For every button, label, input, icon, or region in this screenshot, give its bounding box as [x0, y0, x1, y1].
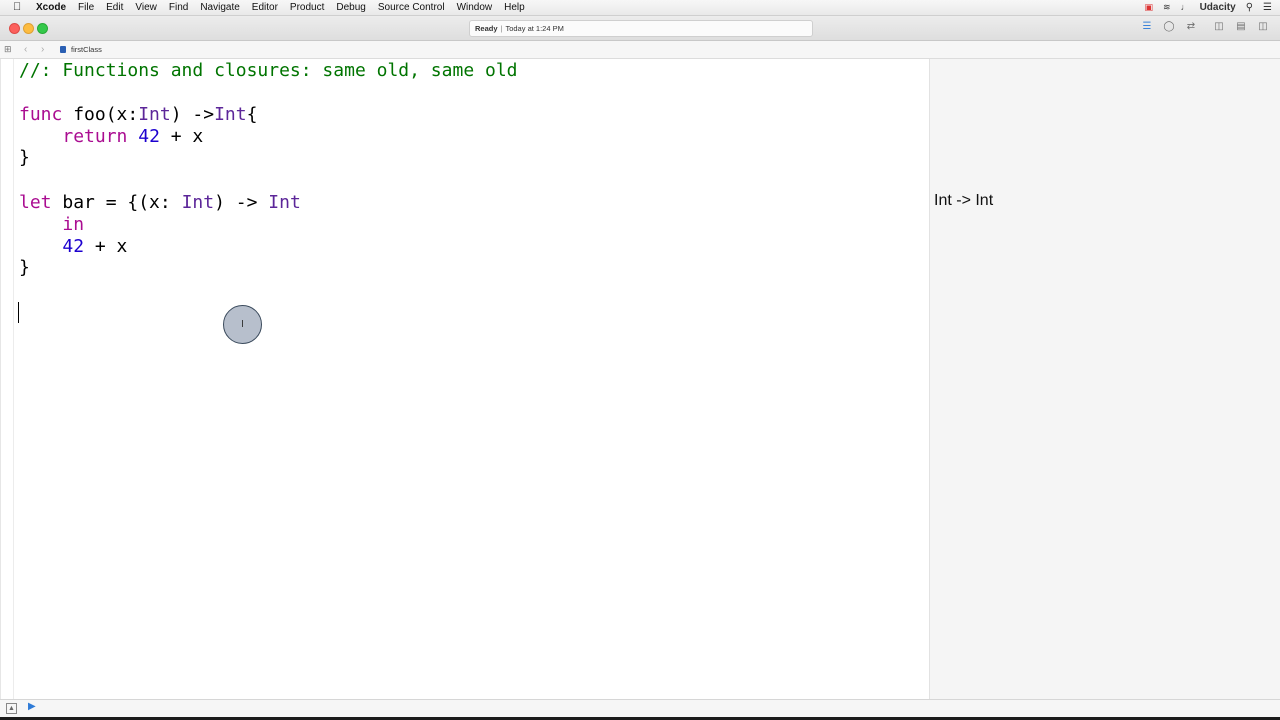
volume-icon[interactable]: ♩: [1181, 0, 1190, 15]
apple-logo-icon[interactable]: : [13, 0, 21, 15]
navigator-toggle-icon[interactable]: ◫: [1212, 21, 1226, 33]
back-arrow-icon[interactable]: ‹: [24, 41, 27, 58]
menu-xcode[interactable]: Xcode: [36, 0, 66, 15]
status-timestamp: Today at 1:24 PM: [505, 24, 564, 33]
user-name[interactable]: Udacity: [1200, 0, 1236, 15]
result-bar-type[interactable]: Int -> Int: [934, 192, 993, 210]
source-editor[interactable]: [0, 59, 930, 699]
code-line[interactable]: in: [19, 214, 84, 236]
code-token: Int: [214, 104, 247, 125]
menu-bar:  Xcode File Edit View Find Navigate Edi…: [0, 0, 1280, 16]
menu-help[interactable]: Help: [504, 0, 525, 15]
menu-debug[interactable]: Debug: [336, 0, 365, 15]
utilities-toggle-icon[interactable]: ◫: [1256, 21, 1270, 33]
toolbar-buttons: ☰ ◯ ⇄ ◫ ▤ ◫: [1140, 21, 1270, 33]
code-token: Int: [268, 192, 301, 213]
menu-items: Xcode File Edit View Find Navigate Edito…: [36, 0, 537, 15]
menu-window[interactable]: Window: [457, 0, 493, 15]
menu-edit[interactable]: Edit: [106, 0, 123, 15]
menu-file[interactable]: File: [78, 0, 94, 15]
code-line[interactable]: }: [19, 257, 30, 279]
hide-debug-area-icon[interactable]: ▲: [6, 703, 17, 714]
code-token: func: [19, 104, 63, 125]
search-icon[interactable]: ⚲: [1246, 0, 1253, 15]
related-items-icon[interactable]: ⊞: [4, 41, 12, 58]
code-token: + x: [84, 236, 128, 257]
menu-view[interactable]: View: [135, 0, 157, 15]
code-line[interactable]: //: Functions and closures: same old, sa…: [19, 60, 518, 82]
text-caret: [18, 302, 19, 323]
status-separator: |: [500, 24, 503, 33]
wifi-icon[interactable]: ≋: [1163, 0, 1171, 15]
calendar-icon[interactable]: ▣: [1145, 0, 1154, 15]
list-icon[interactable]: ☰: [1263, 0, 1272, 15]
forward-arrow-icon[interactable]: ›: [41, 41, 44, 58]
menu-source-control[interactable]: Source Control: [378, 0, 445, 15]
menu-navigate[interactable]: Navigate: [200, 0, 239, 15]
code-token: ) ->: [214, 192, 269, 213]
activity-viewer: Ready | Today at 1:24 PM: [469, 20, 813, 37]
ibeam-cursor-icon: I: [241, 319, 244, 330]
playground-file-icon: [60, 46, 66, 53]
zoom-window-button[interactable]: [37, 23, 48, 34]
menu-extras: ▣ ≋ ♩ Udacity ⚲ ☰: [1145, 0, 1272, 15]
results-sidebar: Int -> Int: [929, 59, 1280, 699]
assistant-editor-icon[interactable]: ◯: [1162, 21, 1176, 33]
code-token: Int: [138, 104, 171, 125]
code-line[interactable]: }: [19, 147, 30, 169]
code-line[interactable]: return 42 + x: [19, 126, 203, 148]
mouse-cursor-highlight: I: [223, 305, 262, 344]
window-toolbar: Ready | Today at 1:24 PM ☰ ◯ ⇄ ◫ ▤ ◫: [0, 16, 1280, 41]
jump-bar: ⊞ ‹ › firstClass: [0, 41, 1280, 59]
code-token: //: Functions and closures: same old, sa…: [19, 60, 518, 81]
gutter-divider: [13, 59, 14, 699]
code-token: ) ->: [170, 104, 215, 125]
code-line[interactable]: func foo(x:Int) ->Int{: [19, 104, 257, 126]
build-status: Ready: [475, 24, 498, 33]
code-token: {: [246, 104, 258, 125]
code-token: bar = {(x:: [51, 192, 182, 213]
code-token: }: [19, 147, 30, 168]
code-token: foo(x:: [62, 104, 139, 125]
code-token: return: [62, 126, 128, 147]
breadcrumb-filename[interactable]: firstClass: [71, 41, 102, 58]
minimize-window-button[interactable]: [23, 23, 34, 34]
menu-find[interactable]: Find: [169, 0, 188, 15]
version-editor-icon[interactable]: ⇄: [1184, 21, 1198, 33]
code-token: 42: [62, 236, 85, 257]
code-line[interactable]: 42 + x: [19, 236, 127, 258]
code-token: Int: [181, 192, 215, 213]
code-token: + x: [159, 126, 204, 147]
debug-area-toggle-icon[interactable]: ▤: [1234, 21, 1248, 33]
close-window-button[interactable]: [9, 23, 20, 34]
code-token: 42: [138, 126, 160, 147]
debug-bar: ▲ ▶: [0, 699, 1280, 717]
code-token: let: [19, 192, 52, 213]
code-token: in: [62, 214, 85, 235]
standard-editor-icon[interactable]: ☰: [1140, 21, 1154, 33]
code-token: }: [19, 257, 30, 278]
run-playground-button[interactable]: ▶: [28, 701, 36, 712]
menu-product[interactable]: Product: [290, 0, 324, 15]
code-line[interactable]: let bar = {(x: Int) -> Int: [19, 192, 301, 214]
menu-editor[interactable]: Editor: [252, 0, 278, 15]
